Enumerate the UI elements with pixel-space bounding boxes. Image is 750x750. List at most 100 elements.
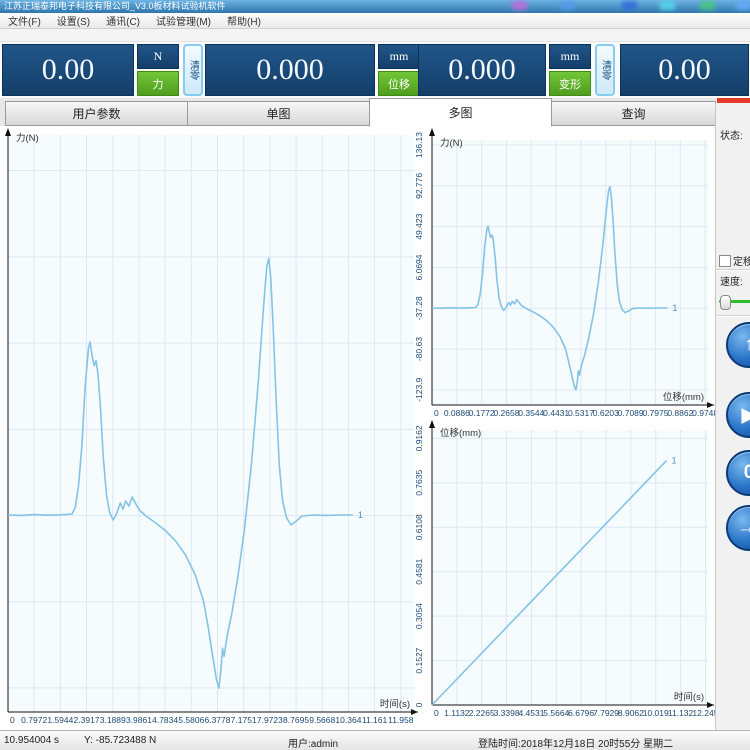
tab-multi-chart[interactable]: 多图 (369, 98, 552, 127)
y-tick-label: 0.3054 (414, 603, 424, 629)
x-axis-title: 时间(s) (674, 691, 704, 703)
x-tick-label: 7.1751 (231, 715, 257, 725)
series-number-label: 1 (358, 510, 363, 520)
x-tick-label: 0.2658 (493, 408, 519, 418)
tab-user-params[interactable]: 用户参数 (5, 101, 188, 126)
deformation-readout: 0.000 mm 变形 清零 (418, 44, 615, 96)
menu-test-manage[interactable]: 试验管理(M) (148, 13, 219, 28)
zero-button[interactable]: 0 (726, 450, 750, 496)
aux-readout: 0.00 (620, 44, 749, 96)
x-tick-label: 3.1889 (100, 715, 126, 725)
x-tick-label: 0.7089 (618, 408, 644, 418)
speed-label: 速度: (720, 273, 743, 288)
statusbar-time: 10.954004 s (4, 735, 59, 746)
x-tick-label: 3.9861 (126, 715, 152, 725)
force-time-chart: 00.79721.59442.39173.18893.98614.78345.5… (0, 127, 420, 728)
x-tick-label: 6.3778 (204, 715, 230, 725)
checkbox-box-icon[interactable] (719, 255, 731, 267)
y-tick-label: 0.9162 (414, 425, 424, 451)
y-tick-label: 0.6108 (414, 514, 424, 540)
menu-help[interactable]: 帮助(H) (219, 13, 269, 28)
statusbar-y-value: Y: -85.723488 N (84, 735, 156, 746)
y-axis-arrow-icon (5, 128, 11, 136)
statusbar-login-time: 登陆时间:2018年12月18日 20时55分 星期二 (478, 735, 673, 750)
tab-query[interactable]: 查询 (551, 101, 716, 126)
x-tick-label: 1.1132 (444, 708, 470, 718)
x-tick-label: 10.019 (643, 708, 669, 718)
title-bar: 江苏正瑞泰邦电子科技有限公司_V3.0板材料试验机软件 (0, 0, 750, 13)
y-tick-label: 0.7635 (414, 470, 424, 496)
titlebar-artifact (736, 1, 750, 10)
menu-bar: 文件(F) 设置(S) 通讯(C) 试验管理(M) 帮助(H) (0, 13, 750, 29)
tab-strip: 用户参数 单图 多图 查询 (0, 98, 716, 126)
x-tick-label: 7.9723 (257, 715, 283, 725)
x-tick-label: 0.4431 (543, 408, 569, 418)
x-tick-label: 5.5664 (543, 708, 569, 718)
plot-area (8, 135, 414, 712)
slider-thumb[interactable] (720, 295, 731, 310)
titlebar-artifact (512, 1, 527, 10)
force-value: 0.00 (2, 44, 134, 96)
return-button[interactable]: →| (726, 505, 750, 551)
x-tick-label: 1.5944 (47, 715, 73, 725)
force-displacement-chart: 00.08860.17720.26580.35440.44310.53170.6… (406, 127, 716, 419)
control-panel: 状态: 定移 速度: ↑ ▶ 0 →| (715, 103, 750, 730)
window-title: 江苏正瑞泰邦电子科技有限公司_V3.0板材料试验机软件 (4, 1, 226, 11)
status-bar: 10.954004 s Y: -85.723488 N 用户:admin 登陆时… (0, 730, 750, 750)
x-tick-label: 0.8862 (667, 408, 693, 418)
x-tick-label: 0 (434, 408, 439, 418)
x-tick-label: 9.5668 (309, 715, 335, 725)
hold-checkbox-label: 定移 (733, 253, 750, 268)
hold-checkbox[interactable]: 定移 (719, 253, 750, 268)
titlebar-artifact (622, 1, 637, 10)
y-axis-title: 位移(mm) (440, 427, 481, 439)
displacement-time-chart: 01.11322.22653.33984.45315.56646.67967.7… (406, 419, 716, 728)
menu-file[interactable]: 文件(F) (0, 13, 49, 28)
statusbar-user: 用户:admin (288, 735, 338, 750)
displacement-label: 位移 (378, 71, 420, 96)
y-tick-label: 0 (414, 702, 424, 707)
speed-slider[interactable] (719, 295, 750, 307)
x-tick-label: 12.245 (692, 708, 716, 718)
aux-value: 0.00 (620, 44, 749, 96)
divider (716, 269, 750, 271)
move-up-button[interactable]: ↑ (726, 322, 750, 368)
x-tick-label: 2.3917 (74, 715, 100, 725)
force-zero-button[interactable]: 清零 (183, 44, 203, 96)
deformation-label: 变形 (549, 71, 591, 96)
titlebar-artifact (700, 1, 715, 10)
x-tick-label: 0.7972 (21, 715, 47, 725)
y-tick-label: 0.1527 (414, 647, 424, 673)
x-tick-label: 0.0886 (444, 408, 470, 418)
x-tick-label: 2.2265 (469, 708, 495, 718)
force-label: 力 (137, 71, 179, 96)
deformation-value: 0.000 (418, 44, 546, 96)
menu-comm[interactable]: 通讯(C) (98, 13, 148, 28)
series-number-label: 1 (671, 456, 676, 466)
deformation-zero-button[interactable]: 清零 (595, 44, 615, 96)
divider (716, 315, 750, 317)
x-tick-label: 0 (10, 715, 15, 725)
force-unit: N (137, 44, 179, 69)
displacement-readout: 0.000 mm 位移 清零 (205, 44, 444, 96)
start-button[interactable]: ▶ (726, 392, 750, 438)
x-tick-label: 3.3398 (494, 708, 520, 718)
series-number-label: 1 (672, 303, 677, 313)
tool-strip (0, 29, 750, 42)
y-tick-label: -80.63 (414, 337, 424, 361)
x-tick-label: 10.364 (335, 715, 361, 725)
x-tick-label: 0.6203 (593, 408, 619, 418)
x-tick-label: 11.132 (668, 708, 694, 718)
menu-settings[interactable]: 设置(S) (49, 13, 98, 28)
x-tick-label: 8.9062 (618, 708, 644, 718)
displacement-unit: mm (378, 44, 420, 69)
x-tick-label: 7.7929 (593, 708, 619, 718)
deformation-unit: mm (549, 44, 591, 69)
y-axis-title: 力(N) (440, 137, 463, 149)
x-tick-label: 0.7975 (642, 408, 668, 418)
tab-single-chart[interactable]: 单图 (187, 101, 370, 126)
y-axis-title: 力(N) (16, 132, 39, 144)
y-tick-label: -123.9 (414, 377, 424, 401)
displacement-value: 0.000 (205, 44, 375, 96)
x-tick-label: 6.6796 (568, 708, 594, 718)
